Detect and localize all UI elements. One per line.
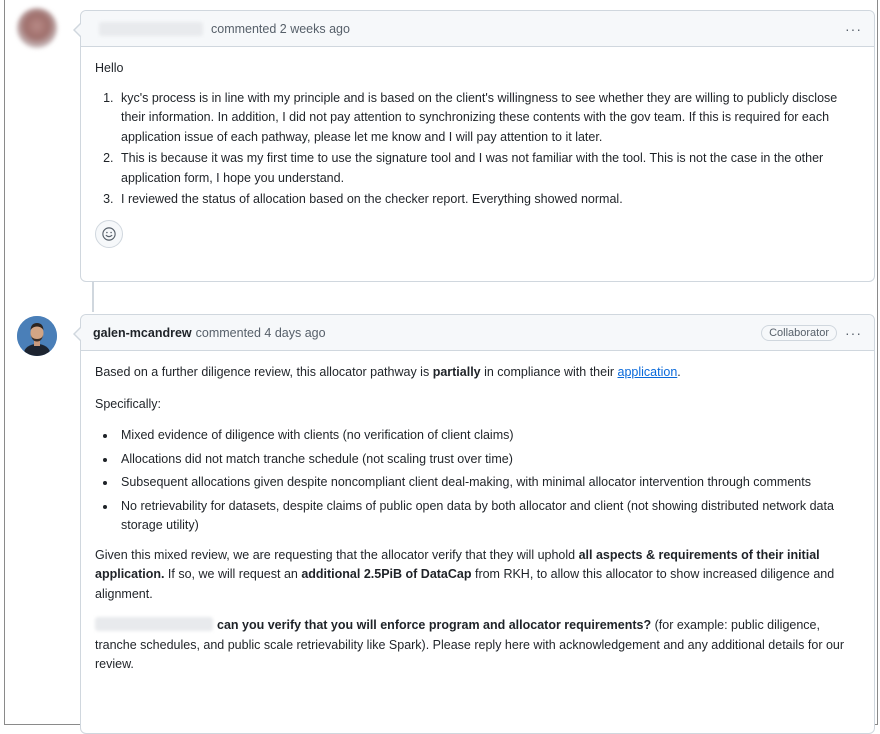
bullet-list: Mixed evidence of diligence with clients… — [95, 426, 860, 536]
bold-text: can you verify that you will enforce pro… — [217, 618, 652, 632]
list-item: I reviewed the status of allocation base… — [117, 190, 860, 210]
text: in compliance with their — [480, 365, 618, 379]
author-link[interactable]: galen-mcandrew — [93, 326, 192, 340]
list-item: kyc's process is in line with my princip… — [117, 89, 860, 148]
list-item: Mixed evidence of diligence with clients… — [117, 426, 860, 446]
user-avatar-icon — [17, 316, 57, 356]
text: If so, we will request an — [164, 567, 302, 581]
bold-text: additional 2.5PiB of DataCap — [301, 567, 472, 581]
collaborator-badge: Collaborator — [761, 324, 837, 341]
comment-header: galen-mcandrew commented 4 days ago Coll… — [81, 315, 874, 351]
text: Based on a further diligence review, thi… — [95, 365, 433, 379]
bold-text: partially — [432, 365, 481, 379]
comment-body: Hello kyc's process is in line with my p… — [81, 47, 874, 248]
add-reaction-button[interactable] — [95, 219, 123, 248]
issue-timeline: commented 2 weeks ago ··· Hello kyc's pr… — [4, 0, 878, 734]
paragraph: Based on a further diligence review, thi… — [95, 363, 860, 383]
list-item: Allocations did not match tranche schedu… — [117, 450, 860, 470]
smiley-icon — [102, 226, 116, 241]
text: . — [677, 365, 681, 379]
comment-timestamp[interactable]: commented 2 weeks ago — [211, 22, 350, 36]
list-item: No retrievability for datasets, despite … — [117, 497, 860, 536]
avatar[interactable] — [17, 8, 57, 48]
text: Given this mixed review, we are requesti… — [95, 547, 579, 562]
comment-menu-icon[interactable]: ··· — [845, 21, 862, 37]
comment-menu-icon[interactable]: ··· — [845, 325, 862, 341]
comment-header: commented 2 weeks ago ··· — [81, 11, 874, 47]
specifically-text: Specifically: — [95, 396, 161, 411]
numbered-list: kyc's process is in line with my princip… — [95, 89, 860, 210]
list-item: This is because it was my first time to … — [117, 149, 860, 188]
paragraph: can you verify that you will enforce pro… — [95, 616, 860, 675]
comment-body: Based on a further diligence review, thi… — [81, 351, 874, 675]
mention-link[interactable] — [95, 617, 213, 631]
greeting-text: Hello — [95, 61, 124, 75]
comment-timestamp[interactable]: commented 4 days ago — [196, 326, 326, 340]
application-link[interactable]: application — [618, 365, 678, 379]
author-link[interactable] — [99, 21, 203, 36]
list-item: Subsequent allocations given despite non… — [117, 473, 860, 493]
timeline-line — [92, 282, 94, 312]
paragraph: Given this mixed review, we are requesti… — [95, 546, 860, 605]
avatar[interactable] — [17, 316, 57, 356]
comment-card: galen-mcandrew commented 4 days ago Coll… — [73, 314, 875, 734]
comment-card: commented 2 weeks ago ··· Hello kyc's pr… — [73, 10, 875, 282]
